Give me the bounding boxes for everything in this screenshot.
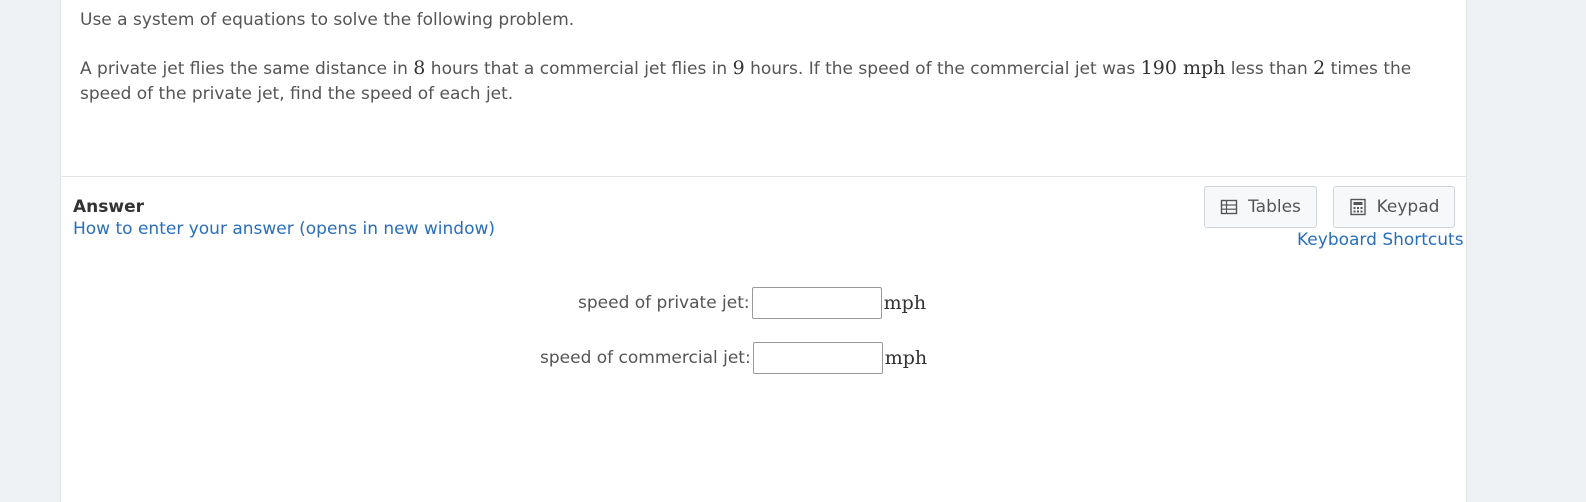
- math-value: 2: [1313, 57, 1326, 79]
- calculator-icon: [1349, 198, 1366, 216]
- how-to-enter-answer-link[interactable]: How to enter your answer (opens in new w…: [73, 219, 495, 239]
- tables-button-label: Tables: [1248, 197, 1301, 217]
- commercial-jet-speed-unit: mph: [884, 347, 928, 369]
- math-value: 9: [732, 57, 745, 79]
- question-text-segment: hours. If the speed of the commercial je…: [744, 59, 1141, 79]
- section-divider: [61, 176, 1466, 177]
- keypad-button-label: Keypad: [1376, 197, 1440, 217]
- commercial-jet-speed-row: speed of commercial jet: mph: [540, 342, 927, 374]
- tables-button[interactable]: Tables: [1204, 186, 1317, 228]
- question-text-segment: less than: [1225, 59, 1314, 79]
- question-card: Use a system of equations to solve the f…: [60, 0, 1467, 502]
- math-value: 190 mph: [1140, 57, 1226, 79]
- private-jet-speed-unit: mph: [883, 292, 927, 314]
- table-icon: [1220, 199, 1238, 215]
- question-text-segment: A private jet flies the same distance in: [80, 59, 414, 79]
- question-text-segment: hours that a commercial jet flies in: [425, 59, 733, 79]
- keyboard-shortcuts-link[interactable]: Keyboard Shortcuts: [1297, 230, 1464, 250]
- question-body: A private jet flies the same distance in…: [80, 56, 1450, 107]
- private-jet-speed-row: speed of private jet: mph: [578, 287, 926, 319]
- answer-heading: Answer: [73, 197, 144, 217]
- private-jet-speed-input[interactable]: [751, 287, 882, 319]
- private-jet-speed-label: speed of private jet:: [578, 293, 750, 313]
- math-value: 8: [413, 57, 426, 79]
- question-instruction: Use a system of equations to solve the f…: [80, 10, 575, 30]
- commercial-jet-speed-input[interactable]: [752, 342, 883, 374]
- question-text: Use a system of equations to solve the f…: [80, 8, 1450, 107]
- keypad-button[interactable]: Keypad: [1333, 186, 1455, 228]
- commercial-jet-speed-label: speed of commercial jet:: [540, 348, 751, 368]
